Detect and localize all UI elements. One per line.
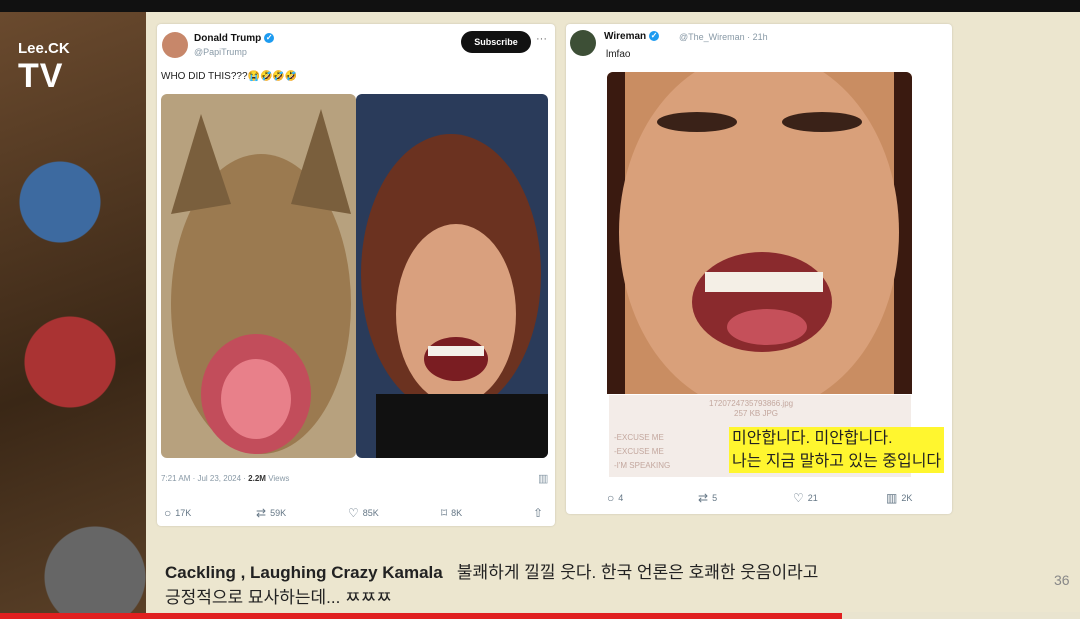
attachment-line: -I'M SPEAKING	[614, 461, 671, 470]
like-count: 21	[807, 493, 818, 503]
channel-logo-bottom: TV	[18, 57, 64, 95]
reply-button[interactable]: ○ 4	[607, 491, 623, 505]
subtitle-line: 나는 지금 말하고 있는 중입니다	[732, 453, 942, 470]
page-number: 36	[1054, 572, 1070, 588]
retweet-count: 59K	[270, 508, 287, 518]
slide-caption: Cackling , Laughing Crazy Kamala 불쾌하게 낄낄…	[165, 560, 818, 610]
woman-laughing-photo	[356, 94, 548, 458]
tweet-author-handle[interactable]: @PapiTrump	[194, 47, 247, 57]
tweet-text: WHO DID THIS???😭🤣🤣🤣	[161, 71, 298, 82]
korean-subtitle: 미안합니다. 미안합니다. 나는 지금 말하고 있는 중입니다	[729, 427, 945, 473]
tweet-meta-views-label: Views	[265, 474, 290, 483]
heart-icon: ♡	[348, 506, 359, 520]
tweet-author-name-text: Wireman	[604, 31, 647, 42]
verified-icon: ✓	[264, 33, 275, 44]
tweet-meta-time: 7:21 AM · Jul 23, 2024 ·	[161, 474, 249, 483]
attachment-size: 257 KB JPG	[734, 409, 779, 418]
tweet-author-handle[interactable]: @The_Wireman · 21h	[679, 32, 768, 42]
views-count: 2K	[901, 493, 913, 503]
tweet-image-woman-laughing[interactable]	[356, 94, 548, 458]
subscribe-button[interactable]: Subscribe	[461, 31, 531, 53]
stats-icon: ▥	[886, 491, 898, 505]
subtitle-line: 미안합니다. 미안합니다.	[732, 430, 893, 447]
share-button[interactable]: ⇧	[533, 506, 543, 520]
heart-icon: ♡	[793, 491, 804, 505]
share-icon: ⇧	[533, 506, 544, 520]
avatar	[162, 32, 188, 58]
like-button[interactable]: ♡ 21	[793, 491, 818, 505]
decorative-background-image	[0, 12, 146, 619]
retweet-count: 5	[712, 493, 718, 503]
retweet-button[interactable]: ⇄ 59K	[256, 506, 286, 520]
retweet-icon: ⇄	[698, 491, 709, 505]
attachment-filename: 1720724735793866.jpg	[709, 399, 794, 408]
tweet-image-hyena[interactable]	[161, 94, 356, 458]
bookmark-count: 8K	[451, 508, 463, 518]
hyena-photo	[161, 94, 356, 458]
stats-icon[interactable]: ▥	[538, 472, 548, 485]
reply-count: 17K	[175, 508, 192, 518]
reply-icon: ○	[607, 491, 615, 505]
tweet-author-name[interactable]: Wireman ✓	[604, 31, 660, 42]
attachment-line: -EXCUSE ME	[614, 447, 664, 456]
views-button[interactable]: ▥ 2K	[886, 491, 912, 505]
reply-button[interactable]: ○ 17K	[164, 506, 191, 520]
tweet-meta: 7:21 AM · Jul 23, 2024 · 2.2M Views	[161, 474, 289, 483]
video-progress-bar[interactable]	[0, 613, 843, 619]
caption-english: Cackling , Laughing Crazy Kamala	[165, 563, 443, 582]
attachment-line: -EXCUSE ME	[614, 433, 664, 442]
caption-korean-line1: 불쾌하게 낄낄 웃다. 한국 언론은 호쾌한 웃음이라고	[456, 563, 819, 582]
reply-icon: ○	[164, 506, 172, 520]
reply-count: 4	[618, 493, 624, 503]
retweet-button[interactable]: ⇄ 5	[698, 491, 717, 505]
bookmark-button[interactable]: ⌑ 8K	[441, 506, 462, 520]
avatar	[570, 30, 596, 56]
top-bar	[0, 0, 1080, 12]
more-options-icon[interactable]: ···	[536, 33, 547, 45]
tweet-image-laughing-closeup[interactable]	[607, 72, 912, 394]
bookmark-icon: ⌑	[441, 506, 448, 520]
channel-logo: Lee.CK TV	[18, 40, 70, 96]
laughing-closeup-photo	[607, 72, 912, 394]
tweet-text: lmfao	[606, 49, 631, 60]
like-button[interactable]: ♡ 85K	[348, 506, 379, 520]
retweet-icon: ⇄	[256, 506, 267, 520]
caption-korean-line2: 긍정적으로 묘사하는데... ㅉㅉㅉ	[165, 588, 392, 607]
tweet-author-name-text: Donald Trump	[194, 33, 262, 44]
channel-logo-top: Lee.CK	[18, 40, 70, 57]
like-count: 85K	[362, 508, 379, 518]
tweet-meta-views-count: 2.2M	[248, 474, 266, 483]
verified-icon: ✓	[649, 31, 660, 42]
tweet-author-name[interactable]: Donald Trump ✓	[194, 33, 275, 44]
